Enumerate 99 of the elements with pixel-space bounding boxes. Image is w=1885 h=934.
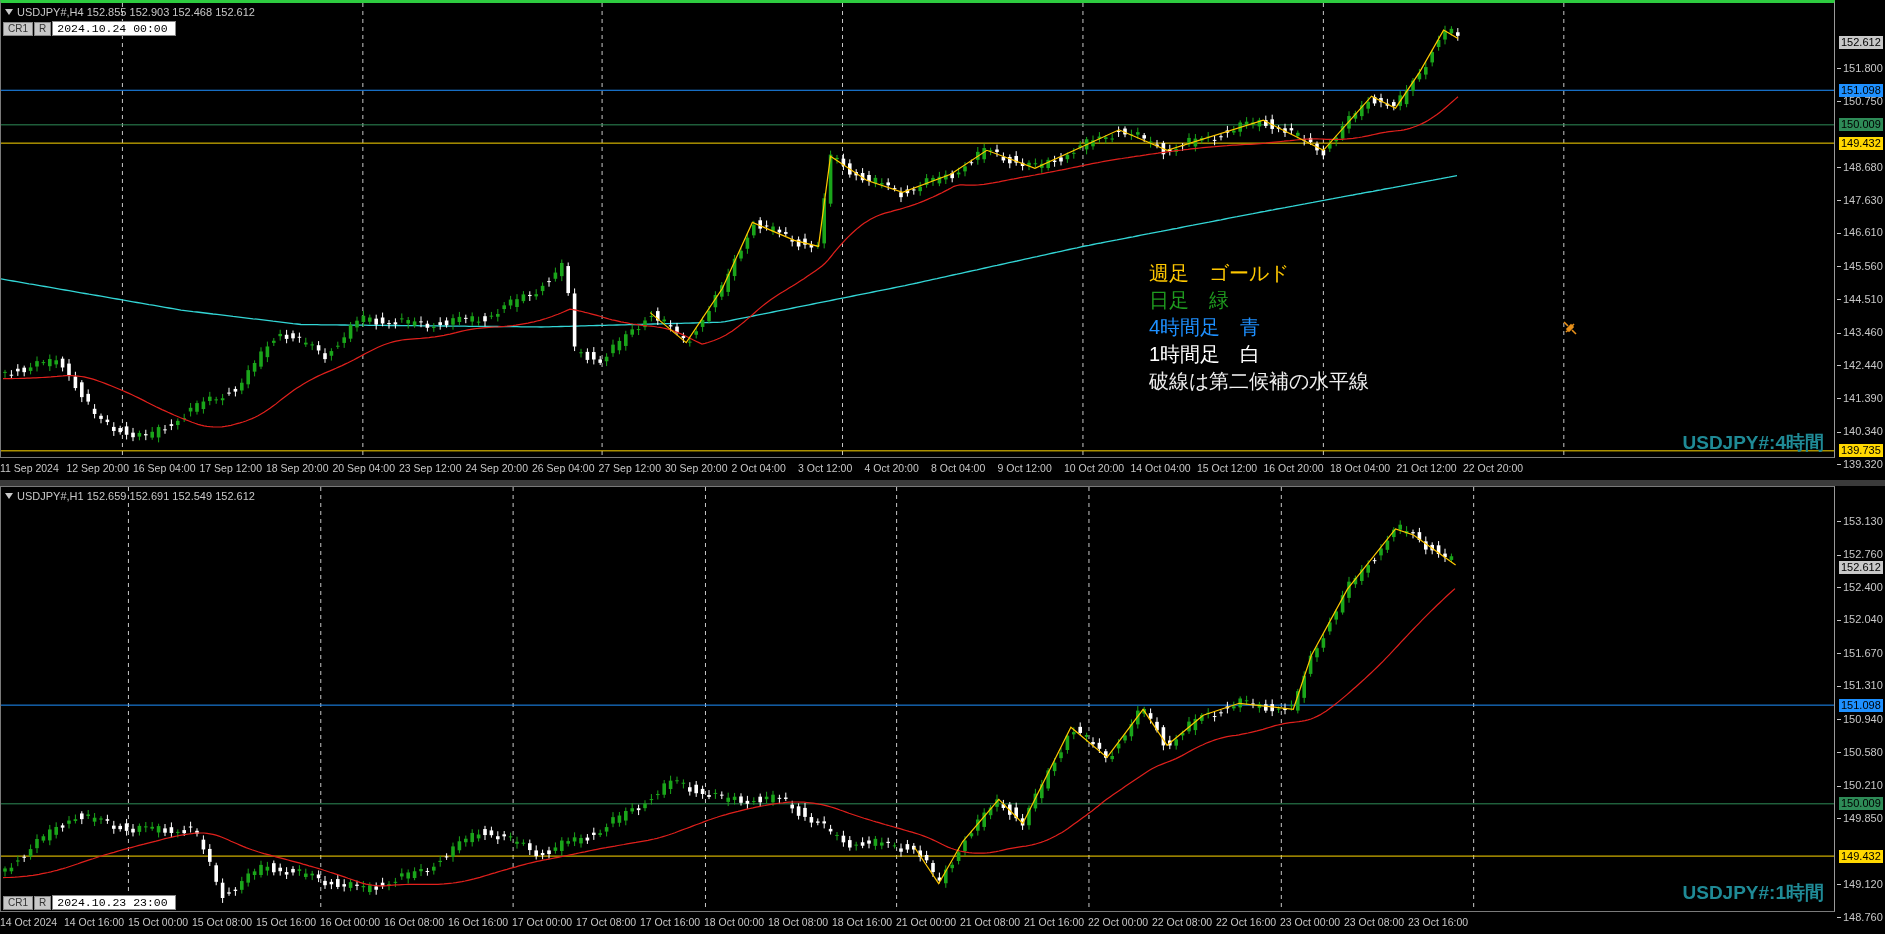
time-label: 23 Oct 16:00 xyxy=(1408,915,1470,930)
time-label: 2 Oct 04:00 xyxy=(731,461,787,476)
time-label: 18 Oct 04:00 xyxy=(1330,461,1392,476)
toolbar-button[interactable]: R xyxy=(34,895,52,910)
price-label: 143.460 xyxy=(1843,326,1883,340)
time-label: 18 Sep 20:00 xyxy=(266,461,330,476)
price-label: 148.680 xyxy=(1843,160,1883,174)
chart-label: USDJPY#:1時間 xyxy=(1682,880,1824,905)
chart-label: USDJPY#:4時間 xyxy=(1682,430,1824,455)
price-tag: 151.098 xyxy=(1839,83,1883,97)
caret-icon[interactable] xyxy=(5,9,13,16)
time-label: 15 Oct 16:00 xyxy=(256,915,318,930)
caret-icon[interactable] xyxy=(5,493,13,500)
price-tag: 152.612 xyxy=(1839,561,1883,575)
time-label: 18 Oct 08:00 xyxy=(768,915,830,930)
note-text: 1時間足 白 xyxy=(1149,342,1262,366)
satellite-icon xyxy=(1562,320,1578,336)
price-tag: 149.432 xyxy=(1839,136,1883,150)
price-label: 152.400 xyxy=(1843,580,1883,594)
chart-info: USDJPY#,H1 152.659 152.691 152.549 152.612 xyxy=(17,489,255,504)
price-label: 148.760 xyxy=(1843,910,1883,924)
price-tag: 151.098 xyxy=(1839,698,1883,712)
time-label: 21 Oct 00:00 xyxy=(896,915,958,930)
time-label: 27 Sep 12:00 xyxy=(598,461,662,476)
time-label: 14 Oct 16:00 xyxy=(64,915,126,930)
price-label: 140.340 xyxy=(1843,425,1883,439)
toolbar-button[interactable]: CR1 xyxy=(3,895,33,910)
time-label: 14 Oct 04:00 xyxy=(1130,461,1192,476)
time-label: 3 Oct 12:00 xyxy=(798,461,854,476)
time-label: 30 Sep 20:00 xyxy=(665,461,729,476)
time-label: 17 Oct 08:00 xyxy=(576,915,638,930)
time-label: 17 Oct 16:00 xyxy=(640,915,702,930)
time-label: 16 Oct 08:00 xyxy=(384,915,446,930)
time-label: 20 Sep 04:00 xyxy=(332,461,396,476)
time-label: 21 Oct 16:00 xyxy=(1024,915,1086,930)
price-label: 141.390 xyxy=(1843,391,1883,405)
time-label: 16 Oct 16:00 xyxy=(448,915,510,930)
price-label: 152.760 xyxy=(1843,548,1883,561)
time-label: 10 Oct 20:00 xyxy=(1064,461,1126,476)
price-label: 150.210 xyxy=(1843,779,1883,793)
price-label: 149.120 xyxy=(1843,877,1883,891)
time-label: 18 Oct 00:00 xyxy=(704,915,766,930)
time-field[interactable]: 2024.10.23 23:00 xyxy=(52,895,177,910)
time-label: 22 Oct 16:00 xyxy=(1216,915,1278,930)
time-label: 15 Oct 00:00 xyxy=(128,915,190,930)
price-label: 152.040 xyxy=(1843,613,1883,627)
price-label: 139.320 xyxy=(1843,457,1883,471)
price-label: 144.510 xyxy=(1843,292,1883,306)
time-label: 24 Sep 20:00 xyxy=(465,461,529,476)
time-label: 15 Oct 12:00 xyxy=(1197,461,1259,476)
note-text: 週足 ゴールド xyxy=(1149,261,1290,285)
time-label: 12 Sep 20:00 xyxy=(66,461,130,476)
time-label: 21 Oct 08:00 xyxy=(960,915,1022,930)
time-label: 23 Oct 08:00 xyxy=(1344,915,1406,930)
time-label: 23 Oct 00:00 xyxy=(1280,915,1342,930)
time-label: 16 Oct 20:00 xyxy=(1263,461,1325,476)
time-label: 4 Oct 20:00 xyxy=(864,461,920,476)
time-label: 17 Oct 00:00 xyxy=(512,915,574,930)
time-label: 22 Oct 00:00 xyxy=(1088,915,1150,930)
price-label: 153.130 xyxy=(1843,514,1883,528)
price-label: 150.580 xyxy=(1843,745,1883,759)
note-text: 破線は第二候補の水平線 xyxy=(1149,369,1369,393)
time-label: 14 Oct 2024 xyxy=(0,915,59,930)
time-label: 18 Oct 16:00 xyxy=(832,915,894,930)
price-label: 149.850 xyxy=(1843,811,1883,825)
chart-area[interactable]: USDJPY#,H4 152.855 152.903 152.468 152.612 CR1 R 2024.10.24 00:00 USDJPY#:4時間 週足 ゴールド 日足 緑 4時間足 青 1時間足 白 破線は第二候補の水平線 xyxy=(0,0,1835,458)
note-text: 日足 緑 xyxy=(1149,288,1230,312)
price-label: 147.630 xyxy=(1843,193,1883,207)
price-tag: 152.612 xyxy=(1839,35,1883,49)
price-tag: 139.735 xyxy=(1839,444,1883,458)
time-label: 23 Sep 12:00 xyxy=(399,461,463,476)
time-field[interactable]: 2024.10.24 00:00 xyxy=(52,21,177,36)
toolbar-button[interactable]: CR1 xyxy=(3,21,33,36)
toolbar-button[interactable]: R xyxy=(34,21,52,36)
time-label: 8 Oct 04:00 xyxy=(931,461,987,476)
price-label: 150.750 xyxy=(1843,94,1883,108)
time-label: 16 Sep 04:00 xyxy=(133,461,197,476)
price-tag: 149.432 xyxy=(1839,849,1883,863)
price-tag: 150.009 xyxy=(1839,118,1883,132)
chart-area[interactable]: USDJPY#,H1 152.659 152.691 152.549 152.612 CR1 R 2024.10.23 23:00 USDJPY#:1時間 xyxy=(0,486,1835,912)
price-label: 151.310 xyxy=(1843,679,1883,693)
time-label: 22 Oct 08:00 xyxy=(1152,915,1214,930)
time-label: 15 Oct 08:00 xyxy=(192,915,254,930)
price-label: 151.800 xyxy=(1843,61,1883,75)
price-label: 150.940 xyxy=(1843,712,1883,726)
price-label: 145.560 xyxy=(1843,259,1883,273)
price-tag: 150.009 xyxy=(1839,797,1883,811)
time-label: 9 Oct 12:00 xyxy=(997,461,1053,476)
time-label: 16 Oct 00:00 xyxy=(320,915,382,930)
price-label: 146.610 xyxy=(1843,226,1883,240)
time-label: 11 Sep 2024 xyxy=(0,461,60,476)
price-label: 151.670 xyxy=(1843,646,1883,660)
time-label: 21 Oct 12:00 xyxy=(1396,461,1458,476)
time-label: 26 Sep 04:00 xyxy=(532,461,596,476)
time-label: 22 Oct 20:00 xyxy=(1463,461,1525,476)
note-text: 4時間足 青 xyxy=(1149,315,1262,339)
time-label: 17 Sep 12:00 xyxy=(199,461,263,476)
chart-info: USDJPY#,H4 152.855 152.903 152.468 152.612 xyxy=(17,5,255,20)
price-label: 142.440 xyxy=(1843,358,1883,372)
